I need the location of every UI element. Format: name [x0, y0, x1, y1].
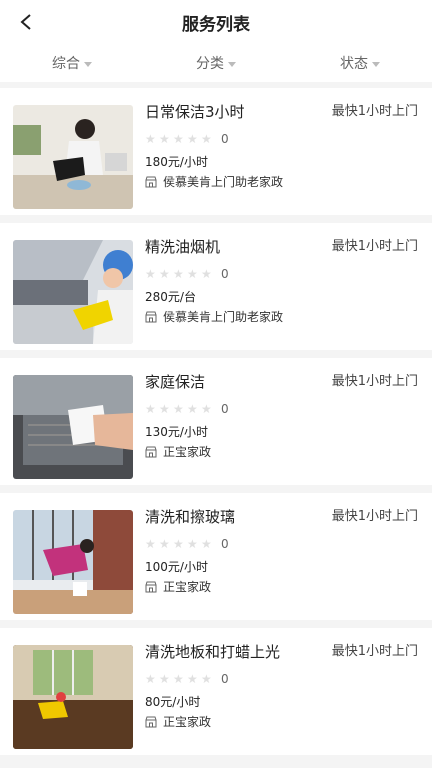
caret-down-icon	[84, 61, 92, 67]
filter-label: 分类	[196, 56, 224, 72]
shop-name: 正宝家政	[163, 715, 212, 729]
store-icon	[145, 446, 157, 458]
shop-name: 侯慕美肯上门助老家政	[163, 310, 284, 324]
service-info: 家庭保洁 最快1小时上门 ★ ★ ★ ★ ★ 0 130元/小时 正宝家政	[145, 372, 418, 460]
star-icon: ★	[145, 401, 156, 416]
service-card[interactable]: 清洗地板和打蜡上光 最快1小时上门 ★ ★ ★ ★ ★ 0 80元/小时 正宝家…	[0, 628, 432, 755]
star-icon: ★	[145, 536, 156, 551]
star-icon: ★	[187, 131, 198, 146]
page-title: 服务列表	[182, 14, 250, 35]
service-eta: 最快1小时上门	[331, 644, 418, 659]
service-info: 日常保洁3小时 最快1小时上门 ★ ★ ★ ★ ★ 0 180元/小时 侯慕美肯…	[145, 102, 418, 190]
store-icon	[145, 716, 157, 728]
star-icon: ★	[201, 131, 212, 146]
rating-value: 0	[221, 672, 229, 686]
filter-label: 状态	[340, 56, 368, 72]
service-image	[13, 510, 133, 614]
star-icon: ★	[159, 266, 170, 281]
service-card[interactable]: 家庭保洁 最快1小时上门 ★ ★ ★ ★ ★ 0 130元/小时 正宝家政	[0, 358, 432, 485]
back-arrow-icon	[20, 14, 31, 30]
service-price: 280元/台	[145, 290, 196, 304]
shop-row: 侯慕美肯上门助老家政	[145, 309, 418, 325]
star-icon: ★	[201, 401, 212, 416]
shop-row: 正宝家政	[145, 579, 418, 595]
service-list: 日常保洁3小时 最快1小时上门 ★ ★ ★ ★ ★ 0 180元/小时 侯慕美肯…	[0, 88, 432, 755]
service-card[interactable]: 清洗和擦玻璃 最快1小时上门 ★ ★ ★ ★ ★ 0 100元/小时 正宝家政	[0, 493, 432, 620]
service-eta: 最快1小时上门	[331, 509, 418, 524]
service-image	[13, 375, 133, 479]
star-icon: ★	[159, 536, 170, 551]
rating-value: 0	[221, 402, 229, 416]
star-icon: ★	[187, 401, 198, 416]
shop-row: 正宝家政	[145, 714, 418, 730]
caret-down-icon	[372, 61, 380, 67]
shop-name: 侯慕美肯上门助老家政	[163, 175, 284, 189]
star-icon: ★	[173, 536, 184, 551]
top-bar: 服务列表	[0, 0, 432, 44]
service-price: 180元/小时	[145, 155, 208, 169]
star-icon: ★	[173, 671, 184, 686]
filter-category[interactable]: 分类	[144, 53, 288, 73]
rating-row: ★ ★ ★ ★ ★ 0	[145, 537, 418, 551]
service-info: 清洗和擦玻璃 最快1小时上门 ★ ★ ★ ★ ★ 0 100元/小时 正宝家政	[145, 507, 418, 595]
star-icon: ★	[159, 131, 170, 146]
service-price: 130元/小时	[145, 425, 208, 439]
service-price: 80元/小时	[145, 695, 201, 709]
star-icon: ★	[173, 401, 184, 416]
star-icon: ★	[187, 536, 198, 551]
filter-status[interactable]: 状态	[288, 53, 432, 73]
back-button[interactable]	[12, 8, 40, 36]
service-info: 精洗油烟机 最快1小时上门 ★ ★ ★ ★ ★ 0 280元/台 侯慕美肯上门助…	[145, 237, 418, 325]
store-icon	[145, 311, 157, 323]
service-image	[13, 105, 133, 209]
star-icon: ★	[187, 671, 198, 686]
shop-row: 侯慕美肯上门助老家政	[145, 174, 418, 190]
star-icon: ★	[145, 671, 156, 686]
rating-row: ★ ★ ★ ★ ★ 0	[145, 267, 418, 281]
star-icon: ★	[159, 671, 170, 686]
rating-row: ★ ★ ★ ★ ★ 0	[145, 402, 418, 416]
caret-down-icon	[228, 61, 236, 67]
star-icon: ★	[159, 401, 170, 416]
rating-value: 0	[221, 132, 229, 146]
shop-name: 正宝家政	[163, 580, 212, 594]
service-card[interactable]: 精洗油烟机 最快1小时上门 ★ ★ ★ ★ ★ 0 280元/台 侯慕美肯上门助…	[0, 223, 432, 350]
star-icon: ★	[173, 131, 184, 146]
service-price: 100元/小时	[145, 560, 208, 574]
service-image	[13, 240, 133, 344]
service-eta: 最快1小时上门	[331, 239, 418, 254]
service-eta: 最快1小时上门	[331, 104, 418, 119]
star-icon: ★	[145, 266, 156, 281]
store-icon	[145, 176, 157, 188]
star-icon: ★	[187, 266, 198, 281]
star-icon: ★	[173, 266, 184, 281]
filter-label: 综合	[52, 56, 80, 72]
filter-bar: 综合 分类 状态	[0, 44, 432, 82]
star-icon: ★	[201, 671, 212, 686]
rating-row: ★ ★ ★ ★ ★ 0	[145, 672, 418, 686]
store-icon	[145, 581, 157, 593]
star-icon: ★	[201, 536, 212, 551]
service-image	[13, 645, 133, 749]
shop-row: 正宝家政	[145, 444, 418, 460]
rating-row: ★ ★ ★ ★ ★ 0	[145, 132, 418, 146]
rating-value: 0	[221, 537, 229, 551]
shop-name: 正宝家政	[163, 445, 212, 459]
service-info: 清洗地板和打蜡上光 最快1小时上门 ★ ★ ★ ★ ★ 0 80元/小时 正宝家…	[145, 642, 418, 730]
filter-comprehensive[interactable]: 综合	[0, 53, 144, 73]
star-icon: ★	[145, 131, 156, 146]
rating-value: 0	[221, 267, 229, 281]
service-eta: 最快1小时上门	[331, 374, 418, 389]
star-icon: ★	[201, 266, 212, 281]
service-card[interactable]: 日常保洁3小时 最快1小时上门 ★ ★ ★ ★ ★ 0 180元/小时 侯慕美肯…	[0, 88, 432, 215]
